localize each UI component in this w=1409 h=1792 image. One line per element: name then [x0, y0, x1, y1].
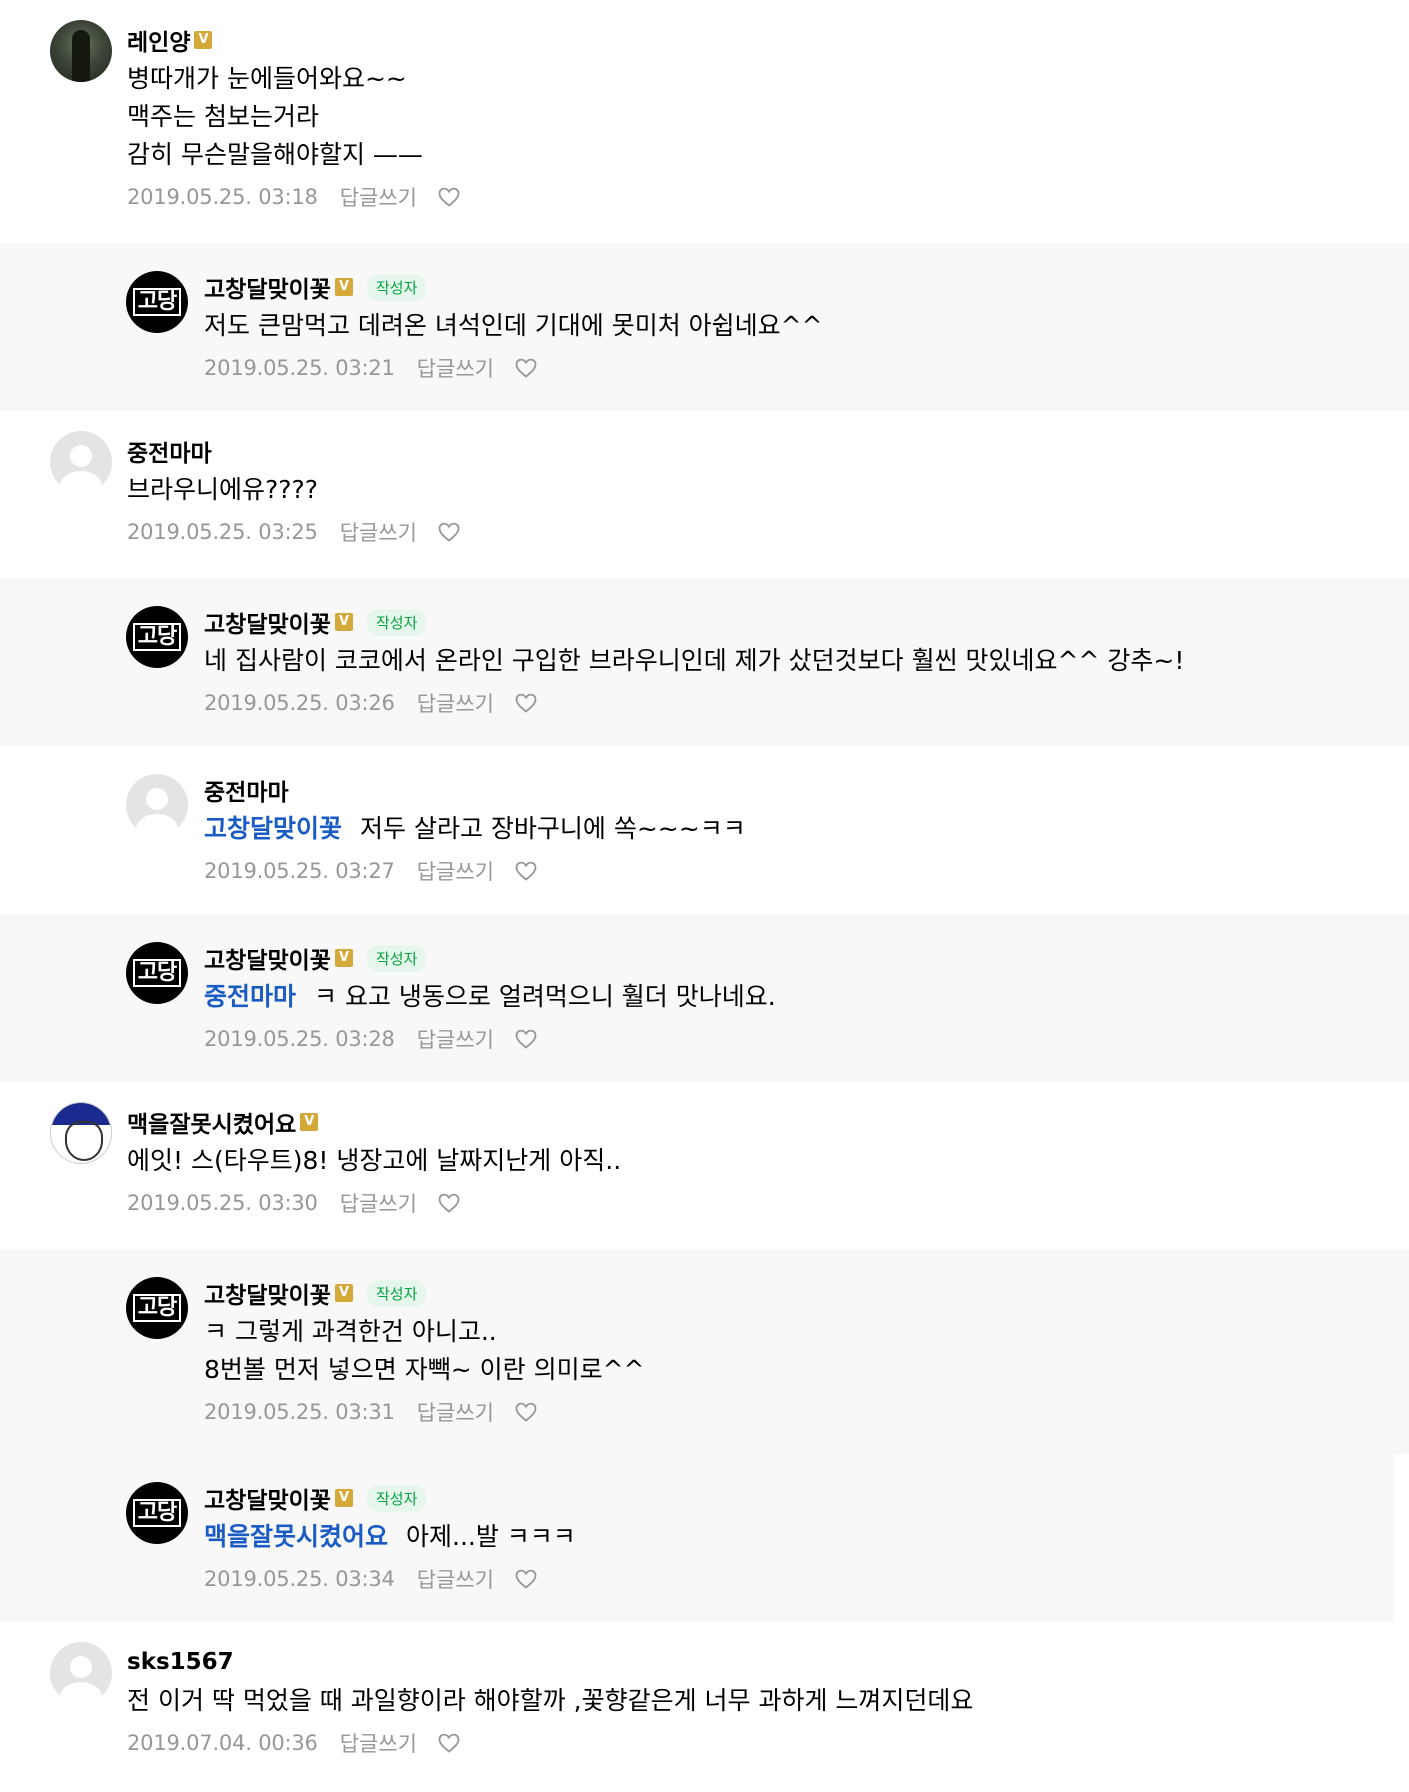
avatar[interactable]: 고당 — [126, 1277, 188, 1339]
avatar[interactable]: 고당 — [126, 271, 188, 333]
verified-badge-icon: V — [334, 1489, 353, 1507]
reply-button[interactable]: 답글쓰기 — [340, 1728, 417, 1758]
comment-nickname[interactable]: 레인양 — [127, 23, 190, 57]
reply-item: 고당 고창달맞이꽃 V 작성자 맥을잘못시켰어요 아제...발 ㅋㅋㅋ 2019.05… — [0, 1454, 1394, 1622]
heart-icon[interactable] — [514, 691, 538, 715]
avatar[interactable] — [126, 774, 188, 836]
mention-link[interactable]: 맥을잘못시켰어요 — [204, 1522, 388, 1551]
reply-item: 고당 고창달맞이꽃 V 작성자 ㅋ 그렇게 과격한건 아니고.. 8번볼 먼저 넣으… — [0, 1249, 1409, 1454]
heart-icon[interactable] — [437, 520, 461, 544]
avatar[interactable] — [50, 1642, 112, 1704]
reply-item: 중전마마 고창달맞이꽃 저두 살라고 장바구니에 쏙~~~ㅋㅋ 2019.05.2… — [0, 746, 1409, 914]
reply-item: 고당 고창달맞이꽃 V 작성자 중전마마 ㅋ 요고 냉동으로 얼려먹으니 훨더 맛나네… — [0, 914, 1409, 1082]
comment-item: 중전마마 브라우니에유???? 2019.05.25. 03:25 답글쓰기 — [0, 411, 1409, 578]
comment-nickname[interactable]: 중전마마 — [127, 434, 212, 468]
avatar[interactable]: 고당 — [126, 606, 188, 668]
verified-badge-icon: V — [334, 1284, 353, 1302]
comment-text: 에잇! 스(타우트)8! 냉장고에 날짜지난게 아직.. — [127, 1146, 622, 1175]
comment-text: 맥을잘못시켰어요 아제...발 ㅋㅋㅋ — [204, 1522, 576, 1551]
comment-nickname[interactable]: sks1567 — [127, 1649, 234, 1675]
comment-nickname[interactable]: 고창달맞이꽃 — [204, 1276, 331, 1310]
reply-item: 고당 고창달맞이꽃 V 작성자 네 집사람이 코코에서 온라인 구입한 브라우니인데… — [0, 578, 1409, 746]
reply-button[interactable]: 답글쓰기 — [417, 1564, 494, 1594]
comment-item: 맥을잘못시켰어요 V 에잇! 스(타우트)8! 냉장고에 날짜지난게 아직.. 2… — [0, 1082, 1409, 1249]
comment-date: 2019.05.25. 03:26 — [204, 691, 395, 715]
reply-button[interactable]: 답글쓰기 — [340, 182, 417, 212]
comment-item: 레인양 V 병따개가 눈에들어와요~~ 맥주는 첨보는거라 감히 무슨말을해야할지… — [0, 0, 1409, 243]
comment-date: 2019.05.25. 03:21 — [204, 356, 395, 380]
avatar[interactable]: 고당 — [126, 942, 188, 1004]
heart-icon[interactable] — [437, 185, 461, 209]
avatar[interactable] — [50, 431, 112, 493]
reply-button[interactable]: 답글쓰기 — [417, 1397, 494, 1427]
avatar[interactable] — [50, 20, 112, 82]
comment-nickname[interactable]: 고창달맞이꽃 — [204, 605, 331, 639]
comment-date: 2019.05.25. 03:34 — [204, 1567, 395, 1591]
mention-link[interactable]: 중전마마 — [204, 982, 296, 1011]
comment-date: 2019.05.25. 03:27 — [204, 859, 395, 883]
heart-icon[interactable] — [514, 1027, 538, 1051]
comment-nickname[interactable]: 고창달맞이꽃 — [204, 941, 331, 975]
comment-text: 병따개가 눈에들어와요~~ 맥주는 첨보는거라 감히 무슨말을해야할지 —— — [127, 64, 423, 169]
comment-text: 중전마마 ㅋ 요고 냉동으로 얼려먹으니 훨더 맛나네요. — [204, 982, 776, 1011]
heart-icon[interactable] — [514, 859, 538, 883]
author-badge: 작성자 — [366, 608, 427, 636]
comment-text: ㅋ 그렇게 과격한건 아니고.. 8번볼 먼저 넣으면 자빽~ 이란 의미로^^ — [204, 1317, 645, 1384]
heart-icon[interactable] — [514, 1400, 538, 1424]
comment-nickname[interactable]: 중전마마 — [204, 773, 289, 807]
comment-text: 브라우니에유???? — [127, 475, 319, 504]
comment-text: 전 이거 딱 먹었을 때 과일향이라 해야할까 ,꽃향같은게 너무 과하게 느껴… — [127, 1686, 974, 1715]
author-badge: 작성자 — [366, 1484, 427, 1512]
comment-text: 네 집사람이 코코에서 온라인 구입한 브라우니인데 제가 샀던것보다 훨씬 맛… — [204, 646, 1185, 675]
reply-button[interactable]: 답글쓰기 — [417, 353, 494, 383]
comment-text: 저도 큰맘먹고 데려온 녀석인데 기대에 못미처 아쉽네요^^ — [204, 311, 823, 340]
mention-link[interactable]: 고창달맞이꽃 — [204, 814, 342, 843]
heart-icon[interactable] — [437, 1731, 461, 1755]
comment-nickname[interactable]: 고창달맞이꽃 — [204, 1481, 331, 1515]
reply-button[interactable]: 답글쓰기 — [340, 517, 417, 547]
avatar[interactable] — [50, 1102, 112, 1164]
reply-button[interactable]: 답글쓰기 — [417, 1024, 494, 1054]
verified-badge-icon: V — [300, 1113, 319, 1131]
author-badge: 작성자 — [366, 1279, 427, 1307]
comment-nickname[interactable]: 맥을잘못시켰어요 — [127, 1105, 296, 1139]
reply-button[interactable]: 답글쓰기 — [340, 1188, 417, 1218]
comment-date: 2019.05.25. 03:18 — [127, 185, 318, 209]
verified-badge-icon: V — [334, 278, 353, 296]
heart-icon[interactable] — [514, 1567, 538, 1591]
avatar[interactable]: 고당 — [126, 1482, 188, 1544]
author-badge: 작성자 — [366, 273, 427, 301]
comment-date: 2019.07.04. 00:36 — [127, 1731, 318, 1755]
comment-date: 2019.05.25. 03:28 — [204, 1027, 395, 1051]
heart-icon[interactable] — [437, 1191, 461, 1215]
comment-nickname[interactable]: 고창달맞이꽃 — [204, 270, 331, 304]
comment-date: 2019.05.25. 03:25 — [127, 520, 318, 544]
reply-button[interactable]: 답글쓰기 — [417, 688, 494, 718]
verified-badge-icon: V — [334, 949, 353, 967]
reply-button[interactable]: 답글쓰기 — [417, 856, 494, 886]
comment-item: sks1567 전 이거 딱 먹었을 때 과일향이라 해야할까 ,꽃향같은게 너… — [0, 1622, 1409, 1782]
heart-icon[interactable] — [514, 356, 538, 380]
comment-date: 2019.05.25. 03:30 — [127, 1191, 318, 1215]
verified-badge-icon: V — [194, 31, 213, 49]
verified-badge-icon: V — [334, 613, 353, 631]
reply-item: 고당 고창달맞이꽃 V 작성자 저도 큰맘먹고 데려온 녀석인데 기대에 못미처 아… — [0, 243, 1409, 411]
author-badge: 작성자 — [366, 944, 427, 972]
comment-text: 고창달맞이꽃 저두 살라고 장바구니에 쏙~~~ㅋㅋ — [204, 814, 746, 843]
comment-date: 2019.05.25. 03:31 — [204, 1400, 395, 1424]
comment-list: 레인양 V 병따개가 눈에들어와요~~ 맥주는 첨보는거라 감히 무슨말을해야할지… — [0, 0, 1409, 1782]
